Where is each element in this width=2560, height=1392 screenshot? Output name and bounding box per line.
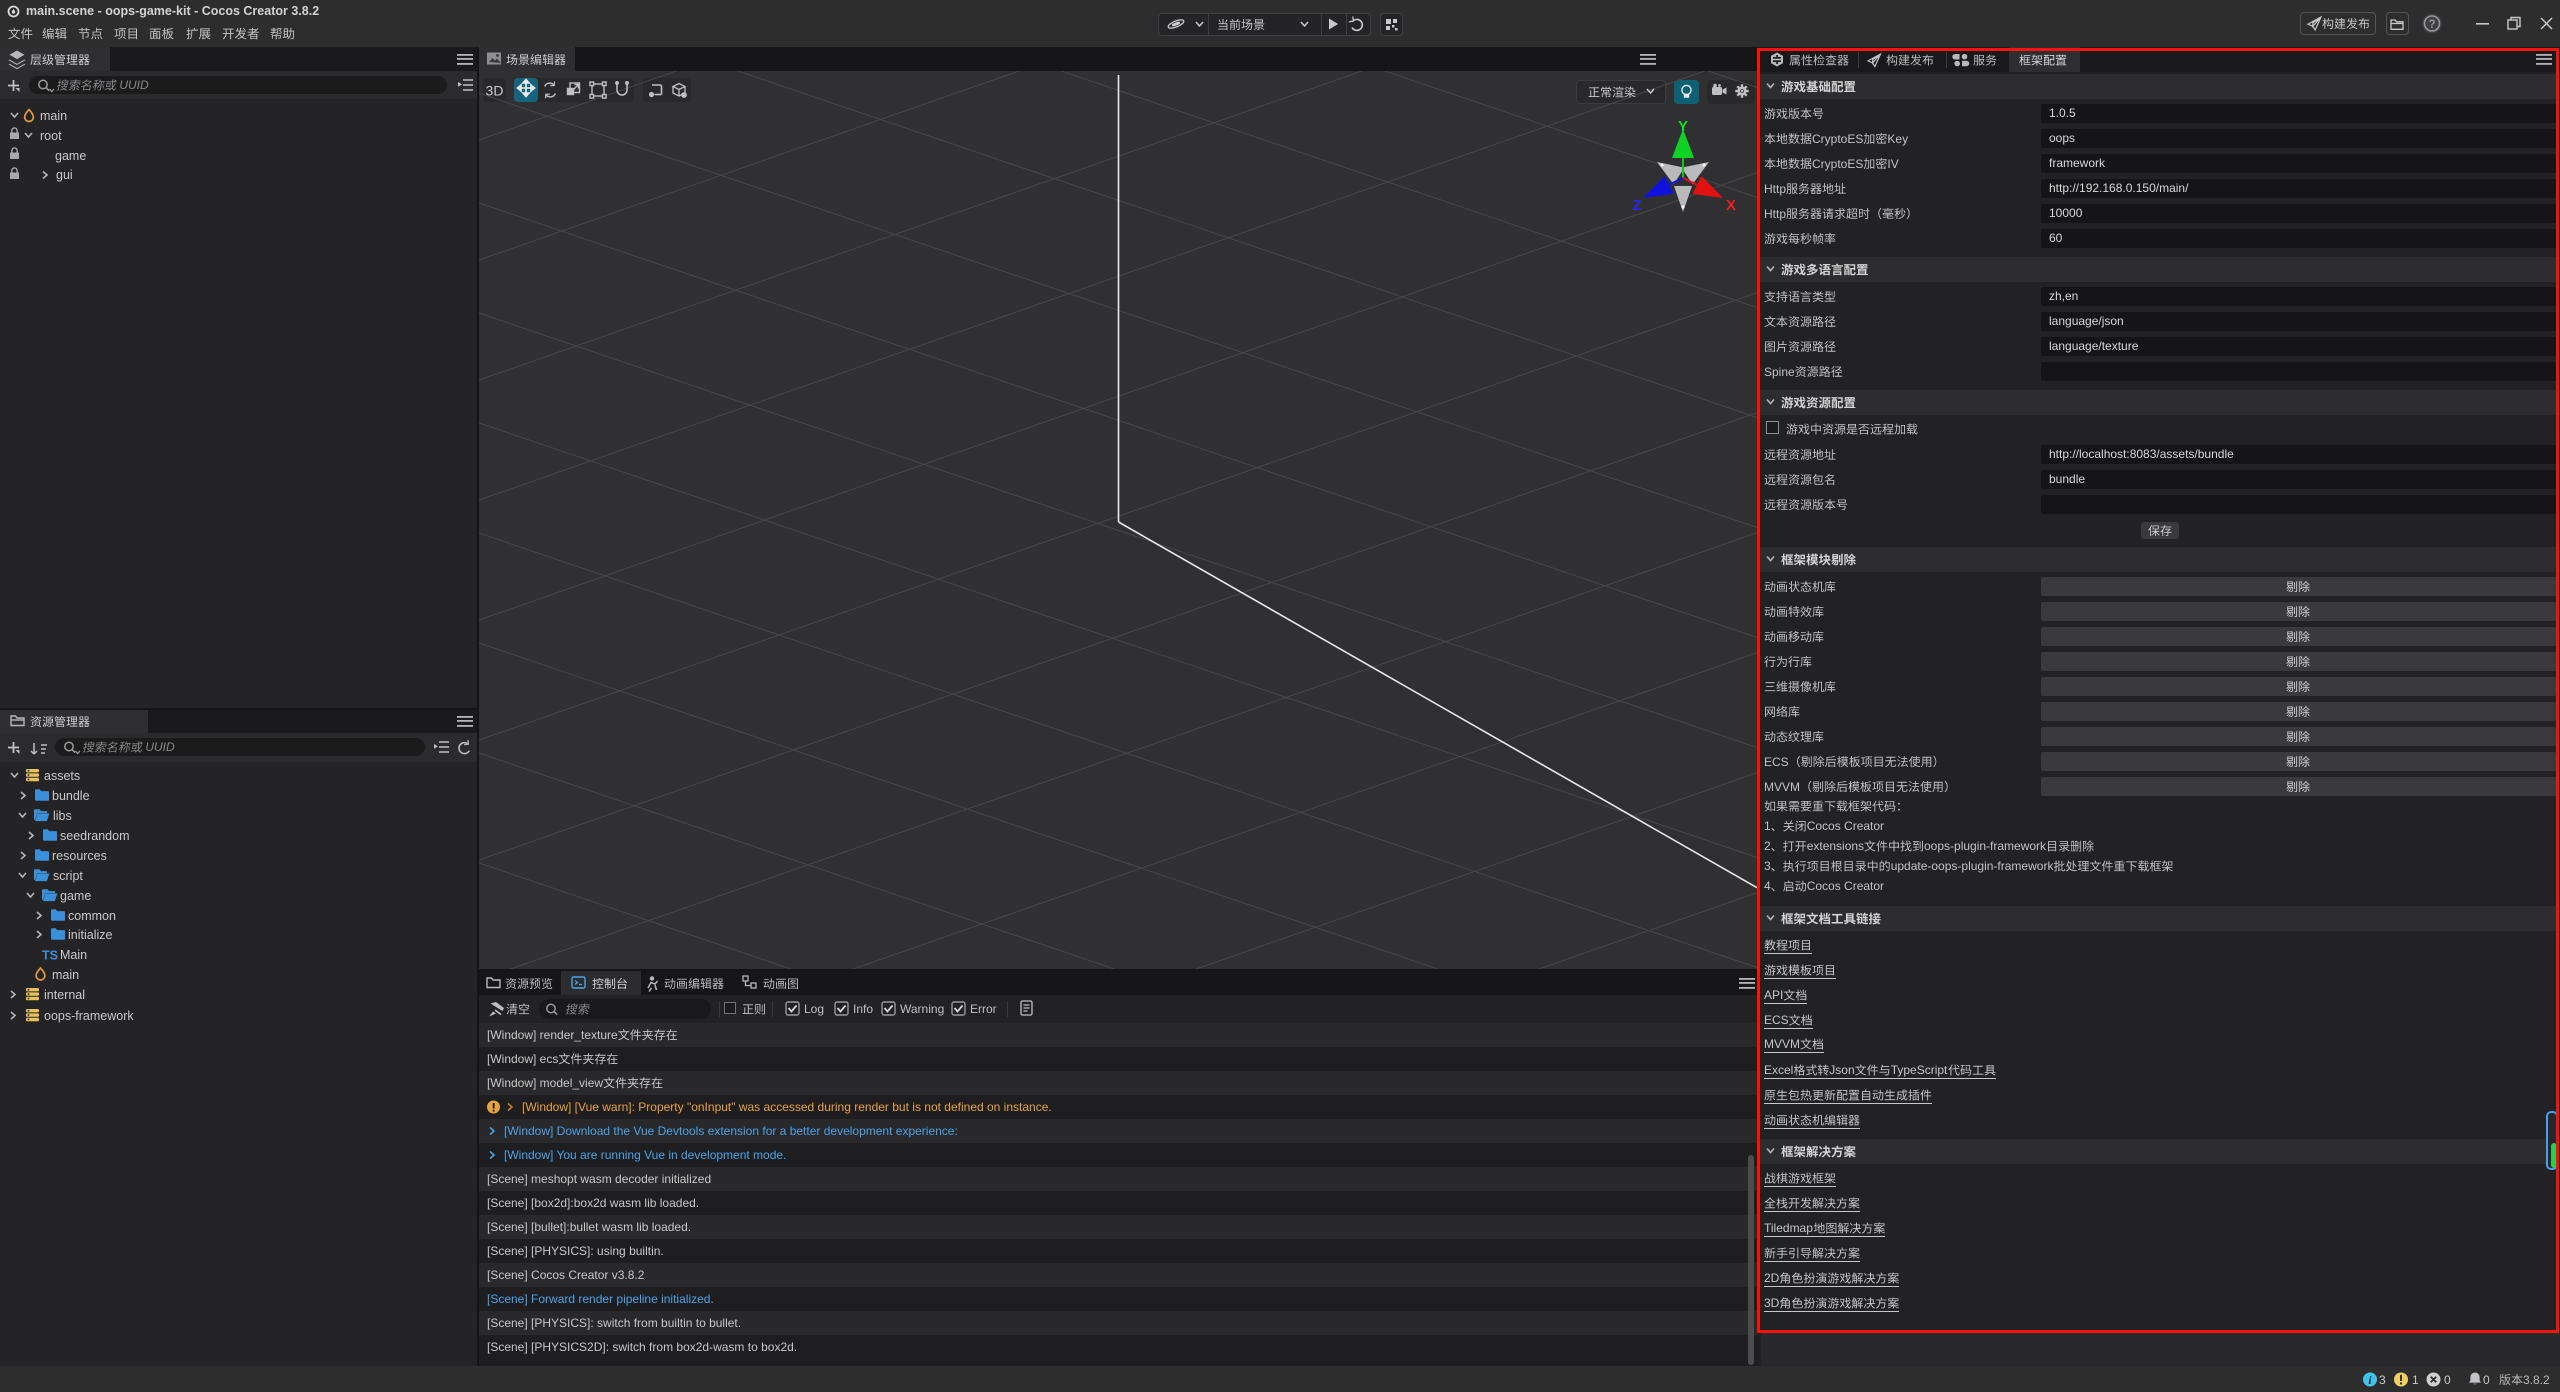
svg-text:3D: 3D bbox=[486, 83, 504, 99]
svg-text:?: ? bbox=[2428, 19, 2435, 31]
svg-text:TS: TS bbox=[42, 949, 58, 963]
